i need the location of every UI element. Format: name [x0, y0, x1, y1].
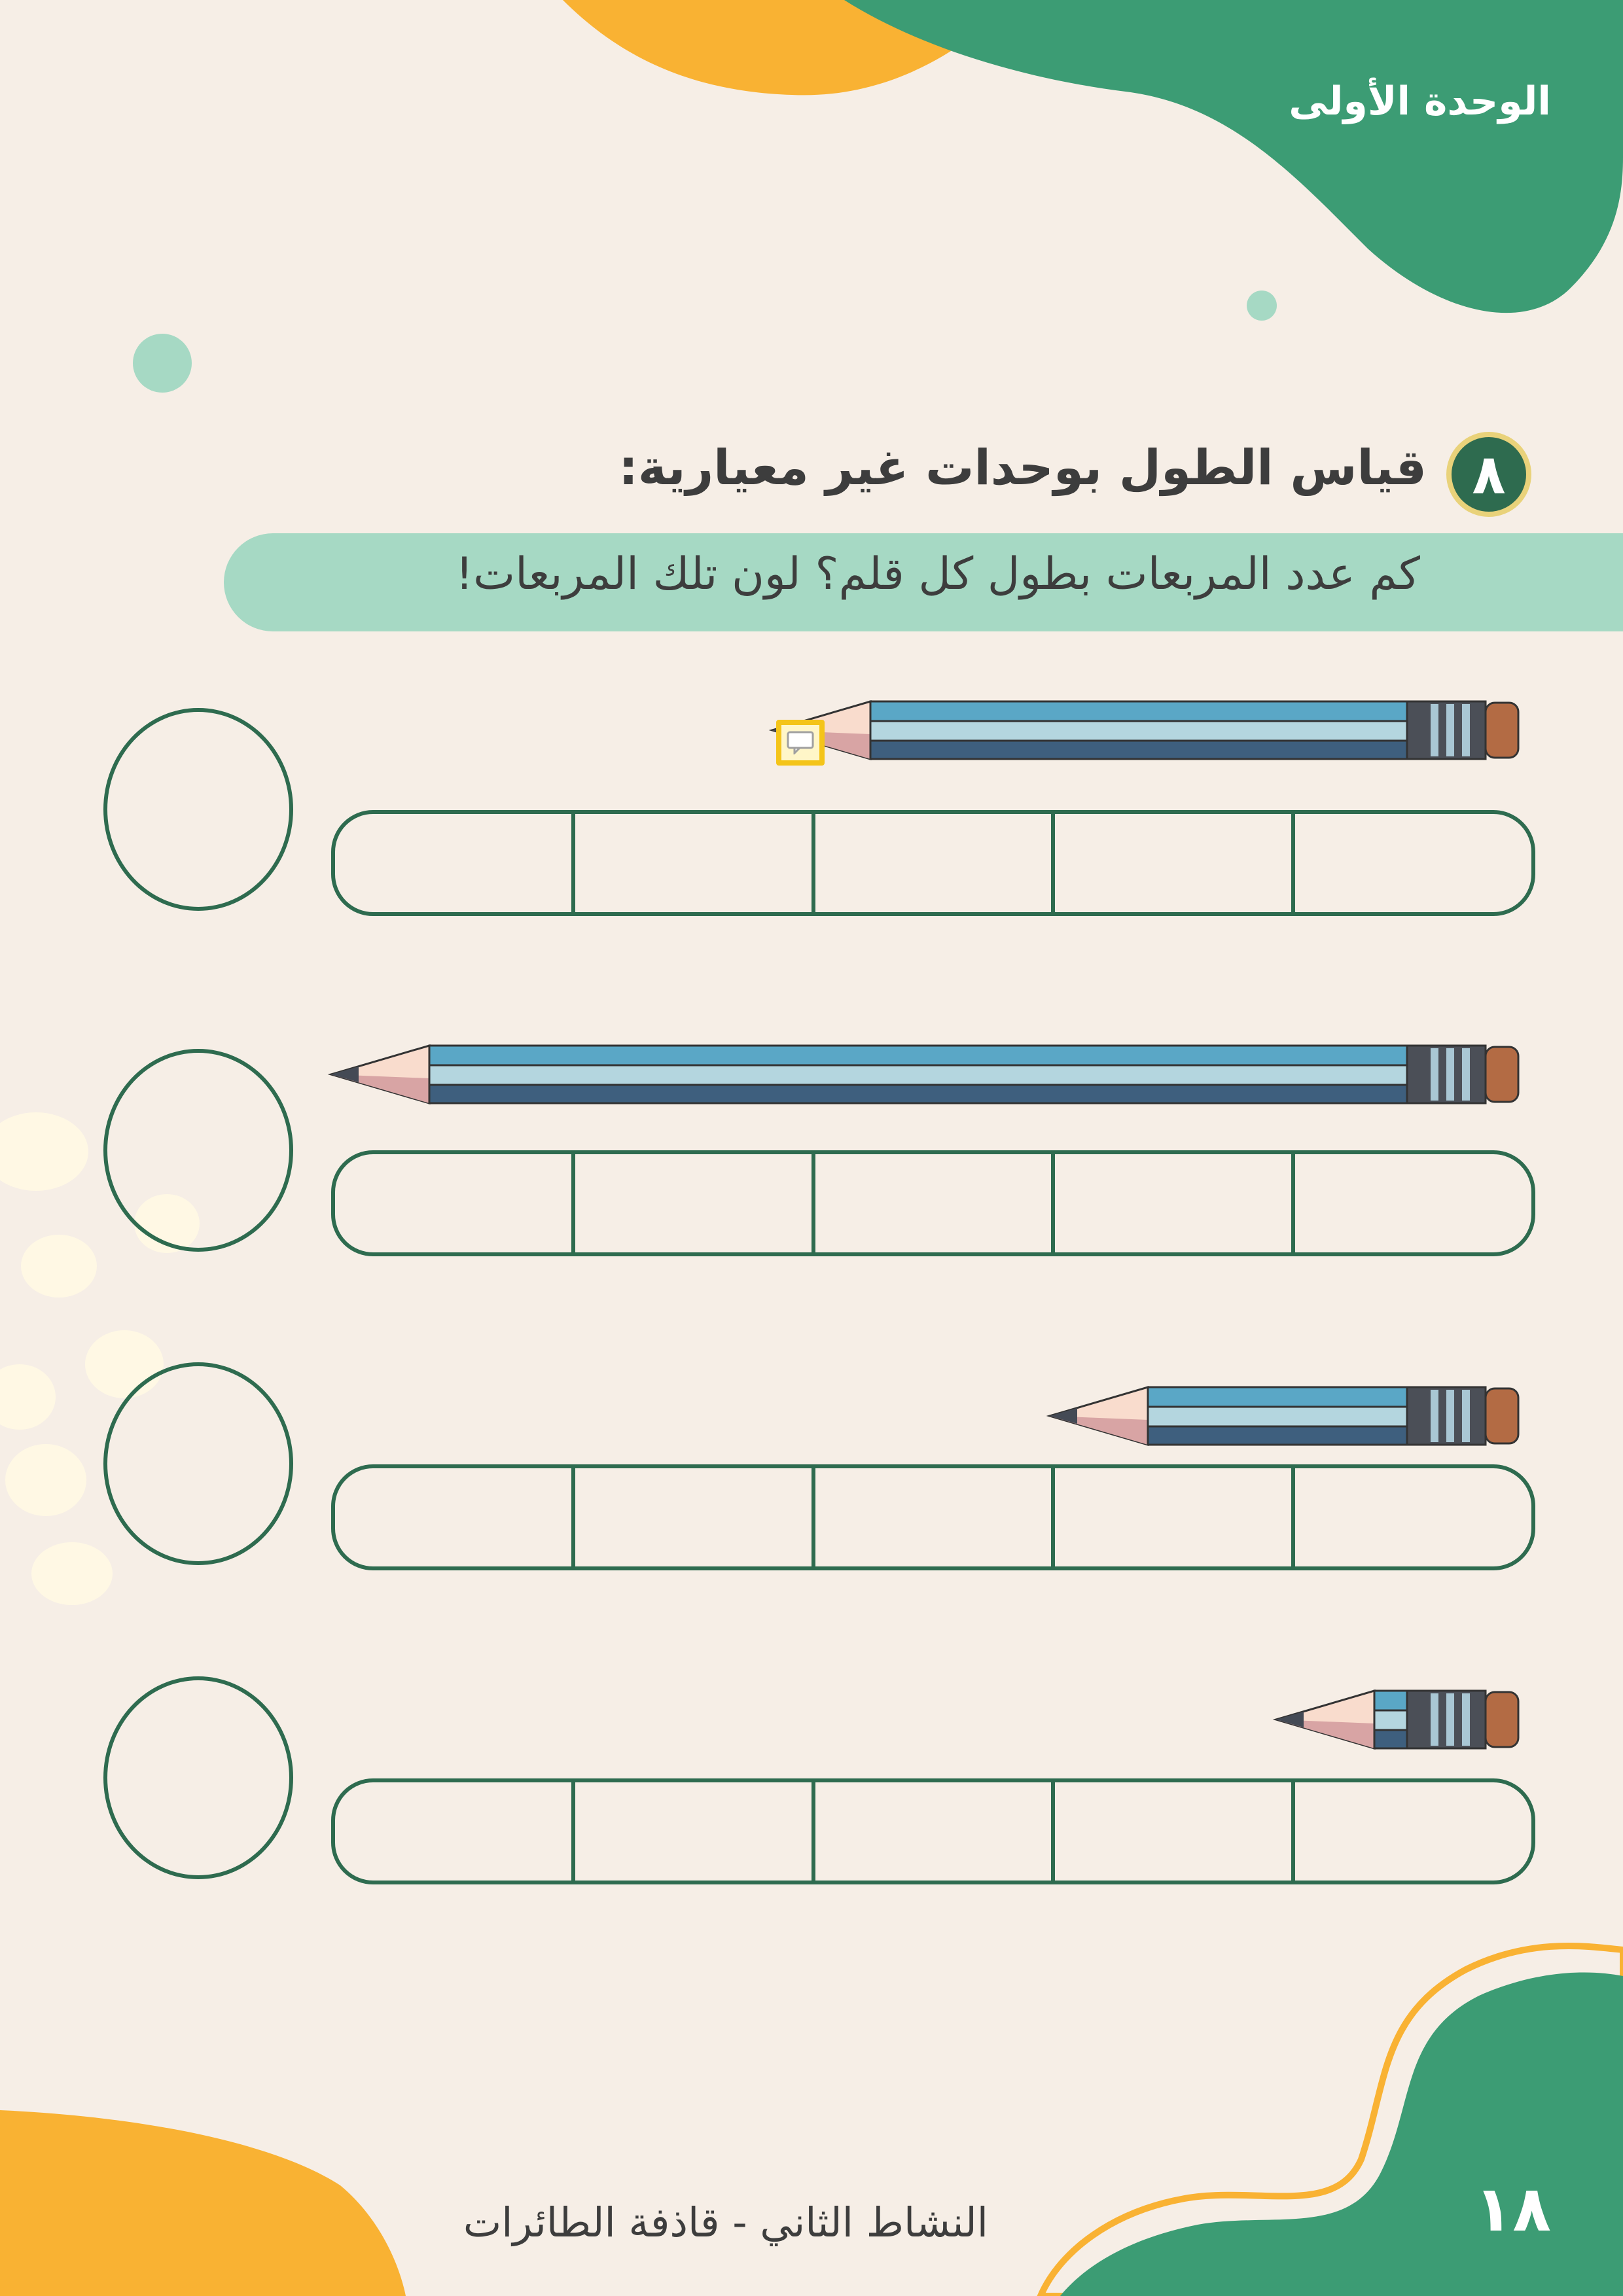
grid-square[interactable] [1291, 1154, 1531, 1252]
instruction-text: كم عدد المربعات بطول كل قلم؟ لون تلك الم… [455, 548, 1420, 600]
exercise-title: قياس الطول بوحدات غير معيارية: [618, 440, 1427, 496]
grid-square[interactable] [1051, 1154, 1291, 1252]
grid-square[interactable] [1291, 1468, 1531, 1566]
answer-circle[interactable] [103, 708, 293, 911]
square-grid [331, 1778, 1535, 1884]
grid-square[interactable] [335, 1154, 571, 1252]
pencil-icon [327, 1044, 1520, 1105]
grid-square[interactable] [1291, 814, 1531, 912]
grid-square[interactable] [1051, 1468, 1291, 1566]
pencil-icon [1046, 1385, 1520, 1447]
square-grid [331, 1464, 1535, 1570]
activity-title: النشاط الثاني - قاذفة الطائرات [463, 2199, 988, 2246]
grid-square[interactable] [571, 1782, 812, 1881]
grid-square[interactable] [811, 1782, 1052, 1881]
unit-label: الوحدة الأولى [1289, 79, 1551, 124]
grid-square[interactable] [1051, 1782, 1291, 1881]
square-grid [331, 810, 1535, 916]
grid-square[interactable] [571, 1154, 812, 1252]
grid-square[interactable] [335, 1468, 571, 1566]
page-number: ١٨ [1474, 2172, 1551, 2246]
answer-circle[interactable] [103, 1049, 293, 1252]
answer-circle[interactable] [103, 1676, 293, 1879]
pencil-icon [768, 699, 1520, 761]
grid-square[interactable] [571, 814, 812, 912]
grid-square[interactable] [1051, 814, 1291, 912]
grid-square[interactable] [335, 1782, 571, 1881]
square-grid [331, 1150, 1535, 1256]
grid-square[interactable] [1291, 1782, 1531, 1881]
grid-square[interactable] [811, 814, 1052, 912]
grid-square[interactable] [571, 1468, 812, 1566]
grid-square[interactable] [335, 814, 571, 912]
comment-icon[interactable] [776, 720, 825, 766]
grid-square[interactable] [811, 1468, 1052, 1566]
exercise-number-badge: ٨ [1446, 432, 1531, 517]
grid-square[interactable] [811, 1154, 1052, 1252]
pencil-icon [1272, 1689, 1520, 1750]
answer-circle[interactable] [103, 1362, 293, 1565]
